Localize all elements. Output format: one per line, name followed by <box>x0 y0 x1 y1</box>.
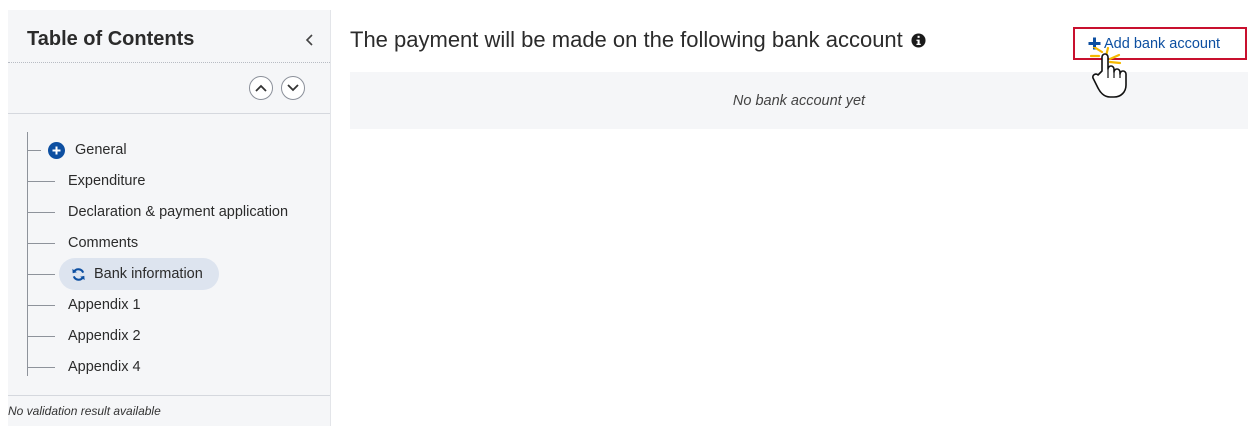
validation-status-text: No validation result available <box>8 404 161 418</box>
toc-item-label: Appendix 2 <box>68 328 141 344</box>
previous-section-button[interactable] <box>249 76 273 100</box>
toc-item-label: Appendix 4 <box>68 359 141 375</box>
collapse-toc-button[interactable] <box>300 30 320 50</box>
chevron-up-icon <box>255 84 267 92</box>
toc-item-label: General <box>75 142 127 158</box>
toc-item-comments[interactable]: Comments <box>27 229 138 257</box>
toc-item-declaration[interactable]: Declaration & payment application <box>27 198 288 226</box>
toc-item-label: Expenditure <box>68 173 146 189</box>
refresh-icon <box>72 267 85 281</box>
section-heading: The payment will be made on the followin… <box>350 27 926 53</box>
toc-item-label: Declaration & payment application <box>68 204 289 220</box>
toc-item-appendix-1[interactable]: Appendix 1 <box>27 291 141 319</box>
toc-item-appendix-4[interactable]: Appendix 4 <box>27 353 141 381</box>
toc-title: Table of Contents <box>27 28 195 50</box>
toc-item-expenditure[interactable]: Expenditure <box>27 167 145 195</box>
active-section-pill[interactable]: Bank information <box>59 258 219 290</box>
validation-status: No validation result available <box>8 395 330 426</box>
toc-item-label: Comments <box>68 235 139 251</box>
toc-item-general[interactable]: General <box>27 136 127 164</box>
toc-navigation <box>8 63 330 114</box>
chevron-down-icon <box>287 84 299 92</box>
toc-item-label: Appendix 1 <box>68 297 141 313</box>
hand-pointer-cursor-icon <box>1090 47 1127 98</box>
chevron-left-icon <box>305 34 313 46</box>
toc-item-appendix-2[interactable]: Appendix 2 <box>27 322 141 350</box>
toc-item-label: Bank information <box>94 266 203 282</box>
toc-item-bank-information[interactable]: Bank information <box>27 258 219 290</box>
next-section-button[interactable] <box>281 76 305 100</box>
table-of-contents-panel: Table of Contents General Expenditure De… <box>8 10 331 426</box>
section-title: The payment will be made on the followin… <box>350 27 903 52</box>
bank-information-section: The payment will be made on the followin… <box>350 0 1257 426</box>
info-icon[interactable] <box>911 32 926 48</box>
toc-header: Table of Contents <box>8 10 330 63</box>
plus-circle-icon[interactable] <box>48 141 65 159</box>
empty-state-message: No bank account yet <box>732 92 866 109</box>
